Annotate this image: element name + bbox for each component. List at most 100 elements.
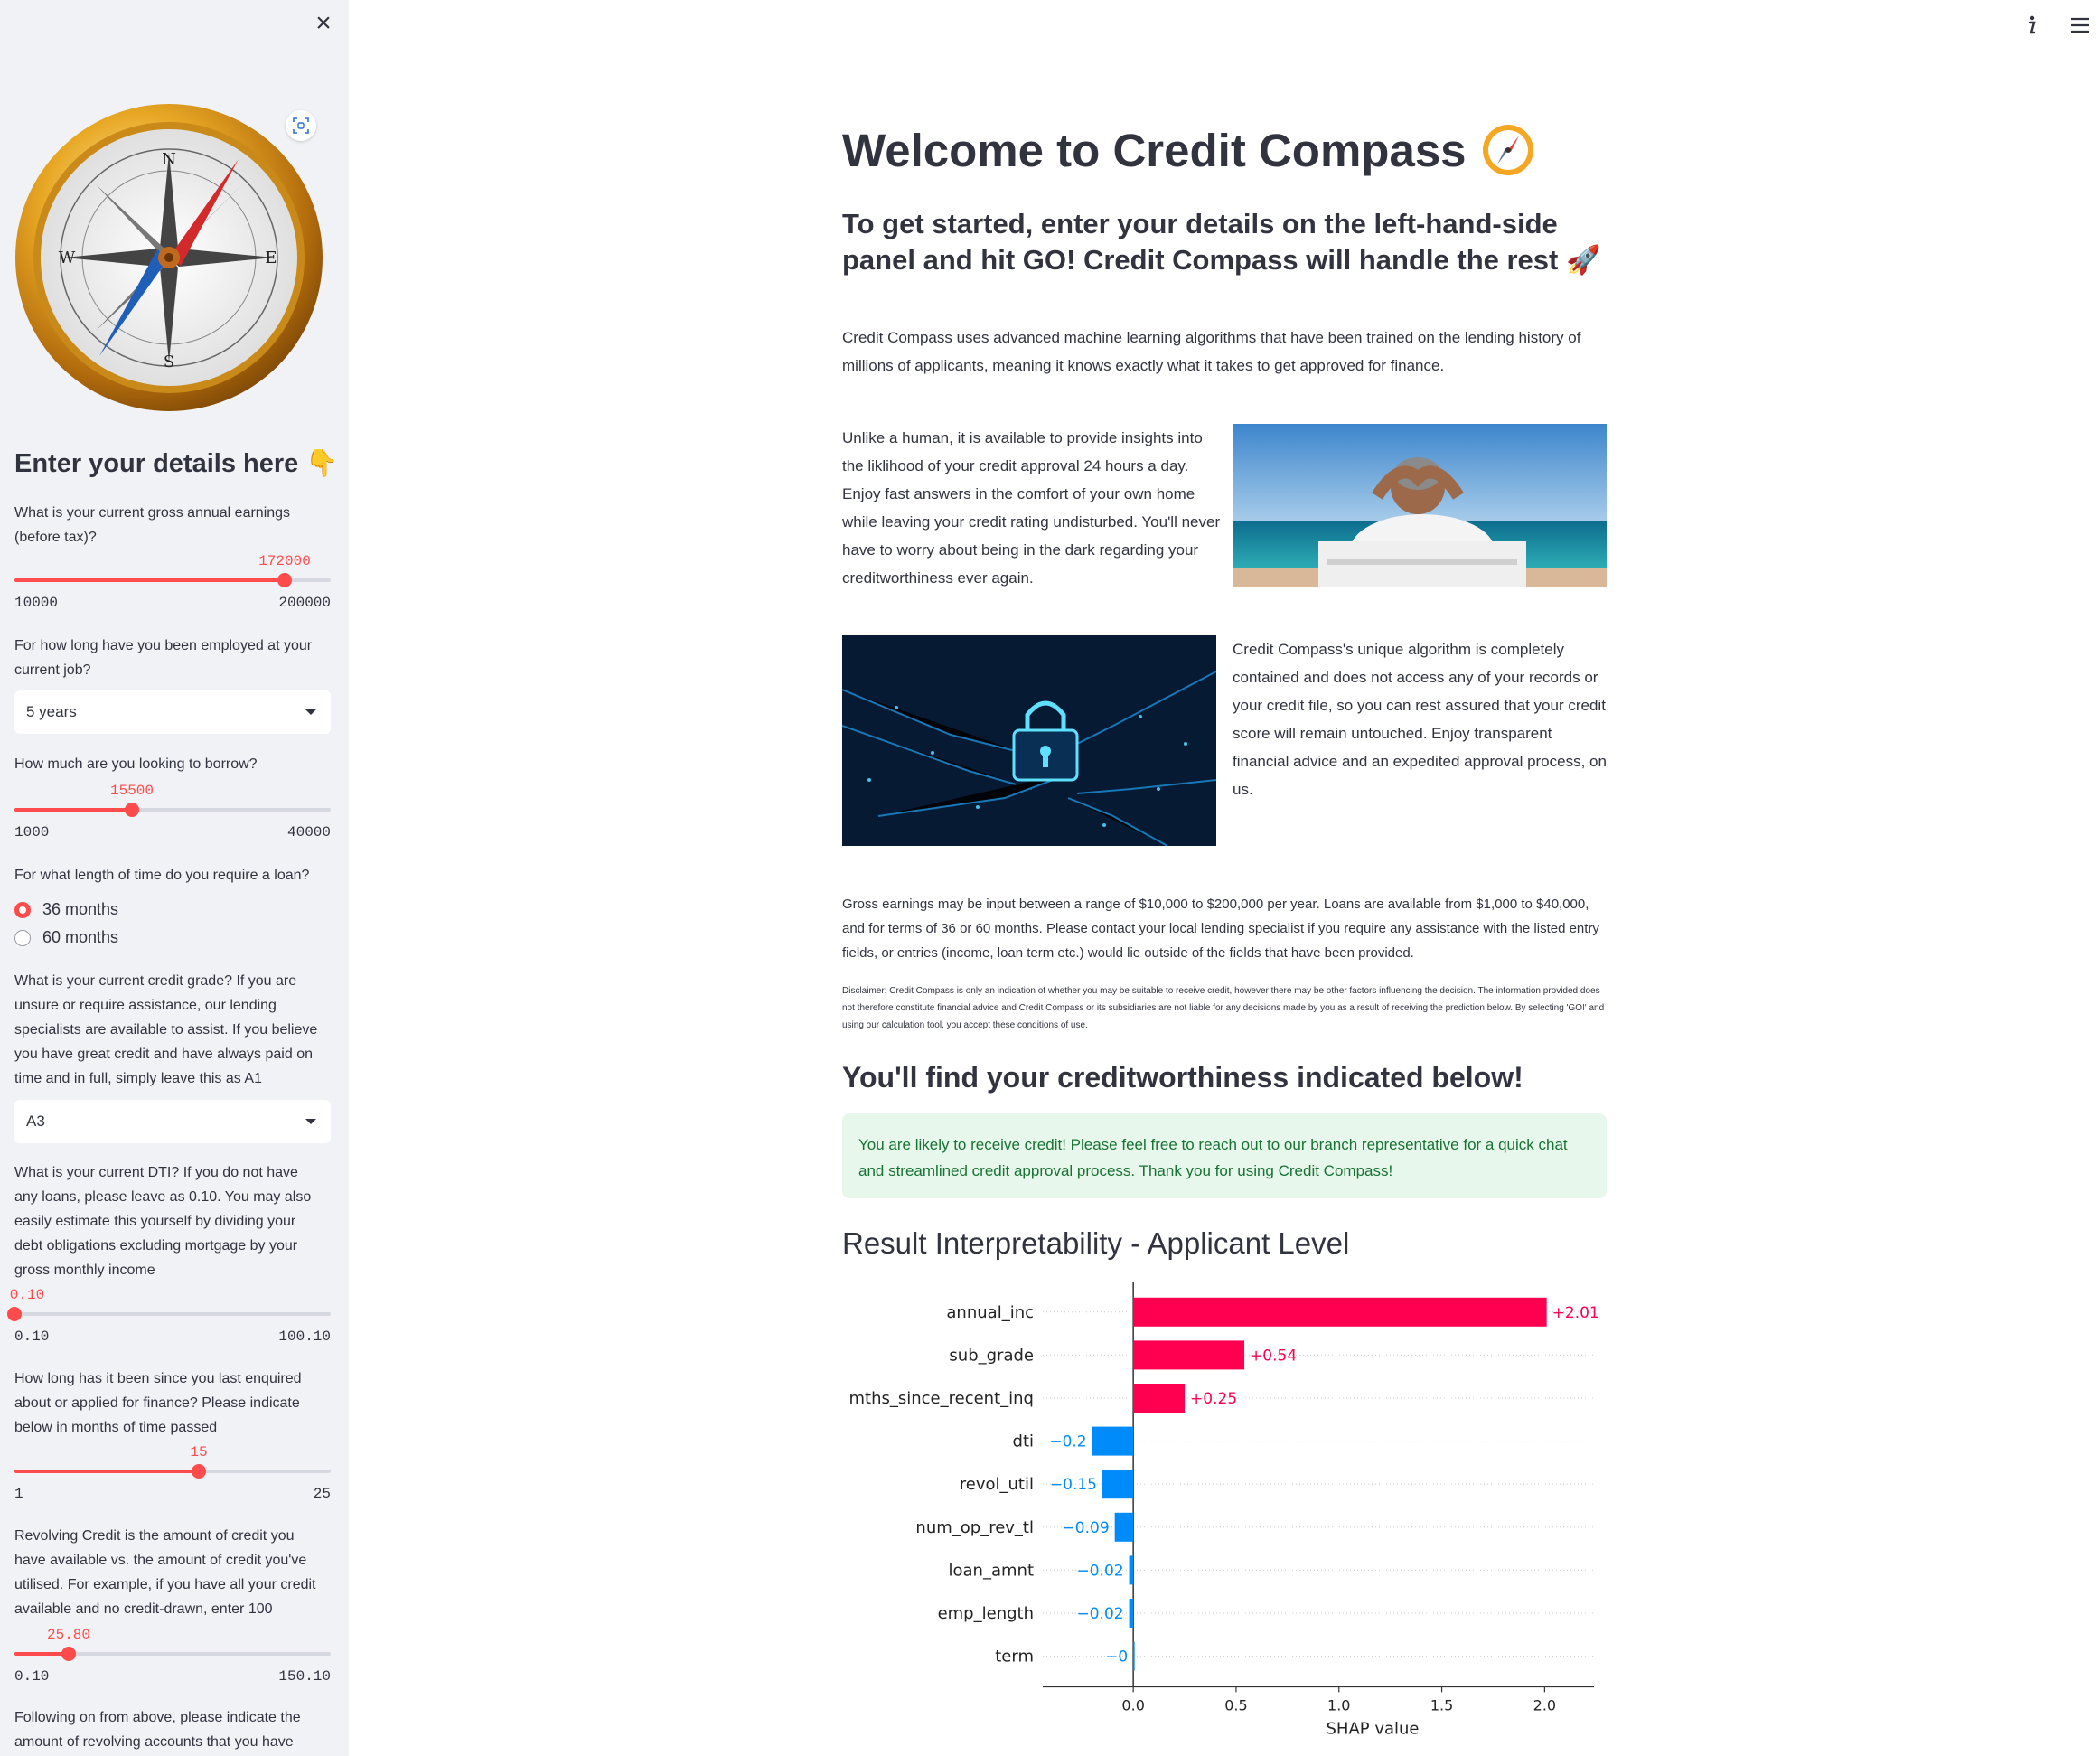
sidebar: × N S W E Enter your details here 👇 What… bbox=[0, 0, 349, 1756]
slider-min: 10000 bbox=[14, 595, 59, 611]
shap-bar bbox=[1114, 1512, 1134, 1542]
page-title: Welcome to Credit Compass bbox=[842, 123, 1535, 177]
compass-icon bbox=[1482, 125, 1533, 175]
shap-bar bbox=[1129, 1599, 1134, 1628]
radio-unselected-icon bbox=[14, 929, 31, 946]
term-radio-60[interactable]: 60 months bbox=[14, 928, 118, 947]
compass-logo: N S W E bbox=[15, 104, 323, 411]
svg-text:W: W bbox=[59, 249, 76, 268]
feature-label: term bbox=[995, 1648, 1034, 1667]
ranges-paragraph: Gross earnings may be input between a ra… bbox=[842, 897, 1599, 961]
slider-min: 0.10 bbox=[14, 1329, 50, 1345]
beach-relax-image bbox=[1233, 424, 1607, 587]
shap-bar-chart: annual_inc +2.01 sub_grade +0.54 mths_since_… bbox=[849, 1282, 1599, 1738]
svg-text:N: N bbox=[162, 150, 176, 169]
slider-value: 15500 bbox=[109, 783, 155, 799]
success-alert-text: You are likely to receive credit! Please… bbox=[858, 1136, 1568, 1179]
income-slider[interactable]: 172000 10000 200000 bbox=[14, 553, 331, 611]
income-question: What is your current gross annual earnin… bbox=[14, 505, 291, 545]
sidebar-heading: Enter your details here 👇 bbox=[14, 449, 339, 478]
slider-max: 150.10 bbox=[278, 1668, 331, 1685]
shap-bar bbox=[1133, 1297, 1547, 1327]
employment-question: For how long have you been employed at y… bbox=[14, 638, 313, 678]
slider-max: 200000 bbox=[278, 595, 331, 611]
slider-min: 0.10 bbox=[14, 1668, 50, 1685]
slider-max: 40000 bbox=[286, 824, 331, 840]
dti-slider[interactable]: 0.10 0.10 100.10 bbox=[7, 1287, 331, 1345]
revolving-question: Revolving Credit is the amount of credit… bbox=[14, 1528, 316, 1617]
shap-bar bbox=[1129, 1555, 1134, 1585]
borrow-slider[interactable]: 15500 1000 40000 bbox=[14, 783, 331, 840]
info-icon[interactable] bbox=[2019, 13, 2044, 38]
algorithm-paragraph: Credit Compass's unique algorithm is com… bbox=[1233, 641, 1607, 798]
term-radio-36[interactable]: 36 months bbox=[14, 900, 118, 919]
page-subtitle: To get started, enter your details on th… bbox=[842, 208, 1601, 276]
slider-max: 25 bbox=[313, 1486, 331, 1502]
inquiry-question: How long has it been since you last enqu… bbox=[14, 1371, 302, 1435]
employment-select-value: 5 years bbox=[26, 703, 77, 720]
hamburger-menu-icon[interactable] bbox=[2067, 13, 2093, 38]
slider-min: 1000 bbox=[14, 824, 50, 840]
slider-value: 25.80 bbox=[46, 1627, 91, 1643]
x-tick-label: 1.0 bbox=[1327, 1696, 1350, 1714]
shap-bar bbox=[1133, 1641, 1135, 1671]
slider-max: 100.10 bbox=[278, 1329, 331, 1345]
slider-thumb[interactable] bbox=[192, 1464, 206, 1479]
main-content: Welcome to Credit Compass To get started… bbox=[842, 0, 1607, 1756]
feature-label: loan_amnt bbox=[949, 1561, 1034, 1580]
feature-label: revol_util bbox=[960, 1475, 1034, 1494]
x-axis-label: SHAP value bbox=[1326, 1719, 1419, 1738]
slider-thumb[interactable] bbox=[277, 573, 292, 587]
slider-thumb[interactable] bbox=[61, 1647, 76, 1661]
feature-label: num_op_rev_tl bbox=[915, 1518, 1034, 1537]
value-label: +0.25 bbox=[1190, 1390, 1237, 1408]
x-tick-label: 2.0 bbox=[1533, 1696, 1556, 1714]
term-question: For what length of time do you require a… bbox=[14, 868, 310, 883]
feature-label: dti bbox=[1013, 1432, 1034, 1451]
feature-label: mths_since_recent_inq bbox=[849, 1389, 1035, 1408]
radio-label: 60 months bbox=[42, 928, 119, 946]
grade-select[interactable]: A3 bbox=[14, 1100, 331, 1143]
dti-question: What is your current DTI? If you do not … bbox=[14, 1165, 312, 1278]
value-label: −0.02 bbox=[1076, 1605, 1123, 1623]
value-label: −0.02 bbox=[1076, 1562, 1123, 1580]
shap-bar bbox=[1092, 1426, 1134, 1456]
inquiry-slider[interactable]: 15 1 25 bbox=[14, 1444, 331, 1502]
value-label: −0.2 bbox=[1049, 1433, 1086, 1451]
slider-value: 172000 bbox=[258, 553, 311, 569]
interpretability-heading: Result Interpretability - Applicant Leve… bbox=[842, 1226, 1350, 1260]
svg-text:S: S bbox=[164, 352, 174, 371]
value-label: +2.01 bbox=[1552, 1304, 1599, 1322]
value-label: −0 bbox=[1105, 1648, 1128, 1667]
slider-min: 1 bbox=[14, 1486, 23, 1502]
feature-label: sub_grade bbox=[949, 1346, 1034, 1365]
slider-value: 15 bbox=[190, 1444, 208, 1460]
success-alert: You are likely to receive credit! Please… bbox=[842, 1113, 1607, 1198]
x-tick-label: 1.5 bbox=[1430, 1696, 1453, 1714]
fullscreen-icon[interactable] bbox=[286, 110, 316, 141]
slider-value: 0.10 bbox=[9, 1287, 45, 1303]
chevron-down-icon bbox=[305, 1119, 316, 1124]
value-label: −0.15 bbox=[1050, 1476, 1097, 1494]
svg-text:E: E bbox=[265, 249, 277, 268]
cyber-security-lock-image bbox=[842, 635, 1216, 846]
slider-thumb[interactable] bbox=[125, 803, 139, 817]
result-heading: You'll find your creditworthiness indica… bbox=[842, 1061, 1523, 1094]
accounts-question: Following on from above, please indicate… bbox=[14, 1710, 301, 1750]
page-title-text: Welcome to Credit Compass bbox=[842, 124, 1467, 176]
close-sidebar-icon[interactable]: × bbox=[311, 10, 336, 37]
shap-bar bbox=[1133, 1384, 1186, 1413]
employment-select[interactable]: 5 years bbox=[14, 690, 331, 734]
grade-select-value: A3 bbox=[26, 1113, 45, 1130]
radio-label: 36 months bbox=[42, 900, 119, 918]
shap-bar bbox=[1133, 1340, 1245, 1370]
feature-label: emp_length bbox=[938, 1604, 1034, 1623]
chevron-down-icon bbox=[305, 709, 316, 715]
value-label: +0.54 bbox=[1250, 1347, 1297, 1365]
x-tick-label: 0.5 bbox=[1224, 1696, 1247, 1714]
disclaimer-text: Disclaimer: Credit Compass is only an in… bbox=[842, 986, 1605, 1030]
slider-thumb[interactable] bbox=[7, 1307, 22, 1321]
feature-label: annual_inc bbox=[946, 1303, 1034, 1322]
value-label: −0.09 bbox=[1063, 1519, 1110, 1537]
revolving-slider[interactable]: 25.80 0.10 150.10 bbox=[14, 1627, 331, 1685]
